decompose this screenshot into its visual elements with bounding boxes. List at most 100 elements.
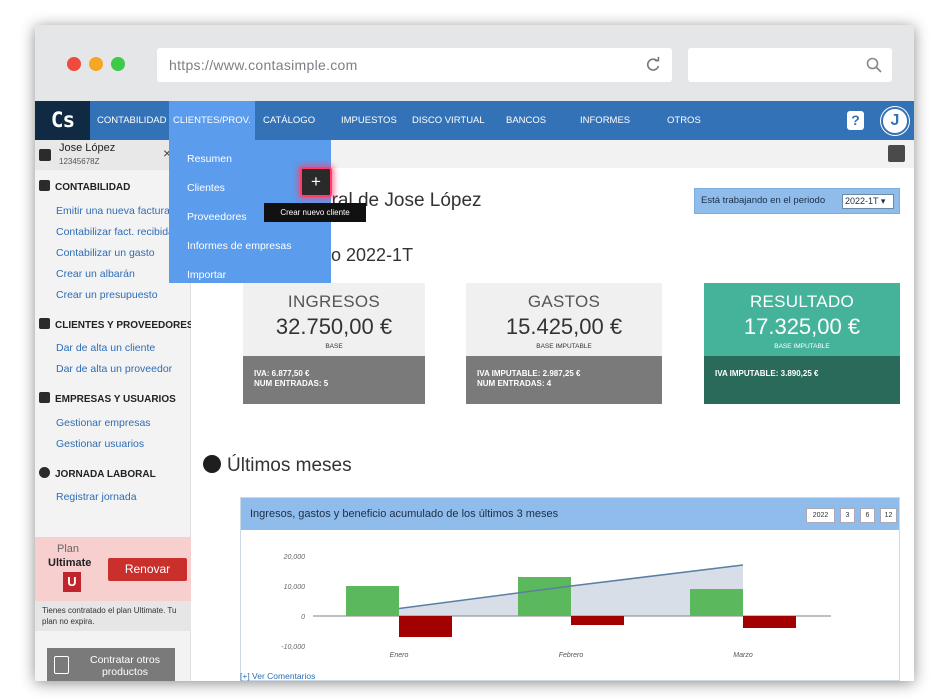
chart-icon [203, 455, 221, 473]
card-top: RESULTADO 17.325,00 € BASE IMPUTABLE [704, 283, 900, 356]
minimize-dot-icon[interactable] [89, 57, 103, 71]
card-line1-label: IVA IMPUTABLE: [477, 369, 541, 378]
income-bar [518, 577, 571, 616]
nav-impuestos[interactable]: IMPUESTOS [341, 101, 397, 140]
maximize-dot-icon[interactable] [111, 57, 125, 71]
card-ingresos: INGRESOS 32.750,00 € BASE IVA: 6.877,50 … [243, 283, 425, 404]
link-gestionar-usuarios[interactable]: Gestionar usuarios [56, 438, 190, 450]
add-client-button[interactable]: + [300, 167, 332, 197]
url-bar[interactable]: https://www.contasimple.com [157, 48, 672, 82]
tooltip: Crear nuevo cliente [264, 203, 366, 222]
comments-link[interactable]: [+] Ver Comentarios [240, 671, 315, 681]
range-3-button[interactable]: 3 [840, 508, 855, 523]
card-line2-label: NUM ENTRADAS: [477, 379, 545, 388]
main-nav: Cs CONTABILIDAD CLIENTES/PROV. CATÁLOGO … [35, 101, 914, 140]
chart-title: Ingresos, gastos y beneficio acumulado d… [250, 508, 559, 520]
range-12-button[interactable]: 12 [880, 508, 897, 523]
expense-bar [571, 616, 624, 625]
card-line1-label: IVA: [254, 369, 270, 378]
dd-resumen[interactable]: Resumen [187, 153, 232, 165]
plan-badge-icon: U [63, 572, 81, 592]
card-sub: BASE IMPUTABLE [536, 343, 592, 350]
chart-svg: 20,000 10,000 0 -10,000 Enero Febrero Marzo [281, 554, 831, 659]
card-bottom: IVA IMPUTABLE: 2.987,25 € NUM ENTRADAS: … [466, 356, 662, 404]
range-6-button[interactable]: 6 [860, 508, 875, 523]
nav-clientes-prov[interactable]: CLIENTES/PROV. [169, 101, 255, 140]
url-text[interactable]: https://www.contasimple.com [169, 57, 358, 73]
app-logo[interactable]: Cs [35, 101, 90, 140]
nav-informes[interactable]: INFORMES [580, 101, 630, 140]
help-icon[interactable]: ? [847, 111, 864, 130]
browser-window: https://www.contasimple.com Cs CONTABILI… [35, 25, 914, 681]
section-clientes-proveedores: CLIENTES Y PROVEEDORES [39, 318, 194, 331]
link-alta-proveedor[interactable]: Dar de alta un proveedor [56, 363, 190, 375]
card-value: 17.325,00 € [743, 314, 861, 339]
card-line2-value: 5 [323, 379, 329, 388]
browser-search-bar[interactable] [688, 48, 892, 82]
dd-clientes[interactable]: Clientes [187, 182, 225, 194]
x-tick-label: Enero [390, 652, 409, 659]
card-value: 32.750,00 € [275, 314, 393, 339]
card-top: GASTOS 15.425,00 € BASE IMPUTABLE [466, 283, 662, 356]
link-registrar-jornada[interactable]: Registrar jornada [56, 491, 190, 503]
card-line2-label: NUM ENTRADAS: [254, 379, 322, 388]
card-line1-value: 2.987,25 € [542, 369, 581, 378]
y-tick-label: 0 [301, 614, 305, 621]
period-label: Está trabajando en el periodo [701, 195, 826, 206]
search-zoom-icon[interactable] [888, 145, 905, 162]
card-resultado: RESULTADO 17.325,00 € BASE IMPUTABLE IVA… [704, 283, 900, 404]
card-sub: BASE [325, 343, 343, 350]
user-card-icon [39, 149, 51, 161]
period-value: 2022-1T [845, 196, 879, 206]
user-name: Jose López [59, 142, 116, 154]
plan-name: Ultimate [48, 557, 92, 569]
card-line1-value: 3.890,25 € [780, 369, 819, 378]
nav-catalogo[interactable]: CATÁLOGO [263, 101, 315, 140]
section-title: EMPRESAS Y USUARIOS [55, 394, 176, 405]
period-select[interactable]: 2022-1T ▾ [842, 194, 894, 209]
dd-informes-empresas[interactable]: Informes de empresas [187, 240, 291, 252]
range-2022-button[interactable]: 2022 [806, 508, 835, 523]
y-tick-label: -10,000 [281, 644, 305, 651]
reload-icon[interactable] [644, 56, 662, 74]
card-bottom: IVA IMPUTABLE: 3.890,25 € [704, 356, 900, 404]
shopping-bag-icon [54, 656, 69, 674]
user-row[interactable]: Jose López 12345678Z × [35, 140, 191, 170]
period-heading: do 2022-1T [321, 245, 414, 265]
close-dot-icon[interactable] [67, 57, 81, 71]
dd-importar[interactable]: Importar [187, 269, 226, 281]
plan-label: Plan [57, 543, 80, 555]
card-top: INGRESOS 32.750,00 € BASE [243, 283, 425, 356]
card-line1-label: IVA IMPUTABLE: [715, 369, 779, 378]
plan-box: Plan Ultimate U Renovar [35, 537, 191, 601]
section-title: CONTABILIDAD [55, 182, 131, 193]
period-box: Está trabajando en el periodo 2022-1T ▾ [694, 188, 900, 214]
browser-chrome: https://www.contasimple.com [35, 25, 914, 101]
link-alta-cliente[interactable]: Dar de alta un cliente [56, 342, 190, 354]
card-line2-value: 4 [546, 379, 552, 388]
nav-bancos[interactable]: BANCOS [506, 101, 546, 140]
sidebar: Jose López 12345678Z × CONTABILIDAD Emit… [35, 140, 194, 681]
card-title: INGRESOS [287, 292, 381, 311]
nav-contabilidad[interactable]: CONTABILIDAD [97, 101, 167, 140]
chart-panel: Ingresos, gastos y beneficio acumulado d… [240, 497, 900, 681]
avatar[interactable]: J [881, 107, 909, 135]
card-title: GASTOS [527, 292, 601, 311]
search-icon[interactable] [866, 57, 882, 73]
section-title: CLIENTES Y PROVEEDORES [55, 320, 194, 331]
card-bottom: IVA: 6.877,50 € NUM ENTRADAS: 5 [243, 356, 425, 404]
expense-bar [743, 616, 796, 628]
section-title: JORNADA LABORAL [55, 469, 156, 480]
section-heading-text: Últimos meses [227, 455, 352, 476]
contract-products-button[interactable]: Contratar otros productos [47, 648, 175, 681]
section-empresas-usuarios: EMPRESAS Y USUARIOS [39, 392, 176, 405]
x-tick-label: Marzo [733, 652, 753, 659]
link-crear-presupuesto[interactable]: Crear un presupuesto [56, 289, 190, 301]
nav-otros[interactable]: OTROS [667, 101, 701, 140]
nav-disco-virtual[interactable]: DISCO VIRTUAL [412, 101, 485, 140]
link-gestionar-empresas[interactable]: Gestionar empresas [56, 417, 190, 429]
card-title: RESULTADO [749, 292, 855, 311]
chart-header: Ingresos, gastos y beneficio acumulado d… [241, 498, 899, 530]
dd-proveedores[interactable]: Proveedores [187, 211, 247, 223]
renew-button[interactable]: Renovar [108, 558, 187, 581]
